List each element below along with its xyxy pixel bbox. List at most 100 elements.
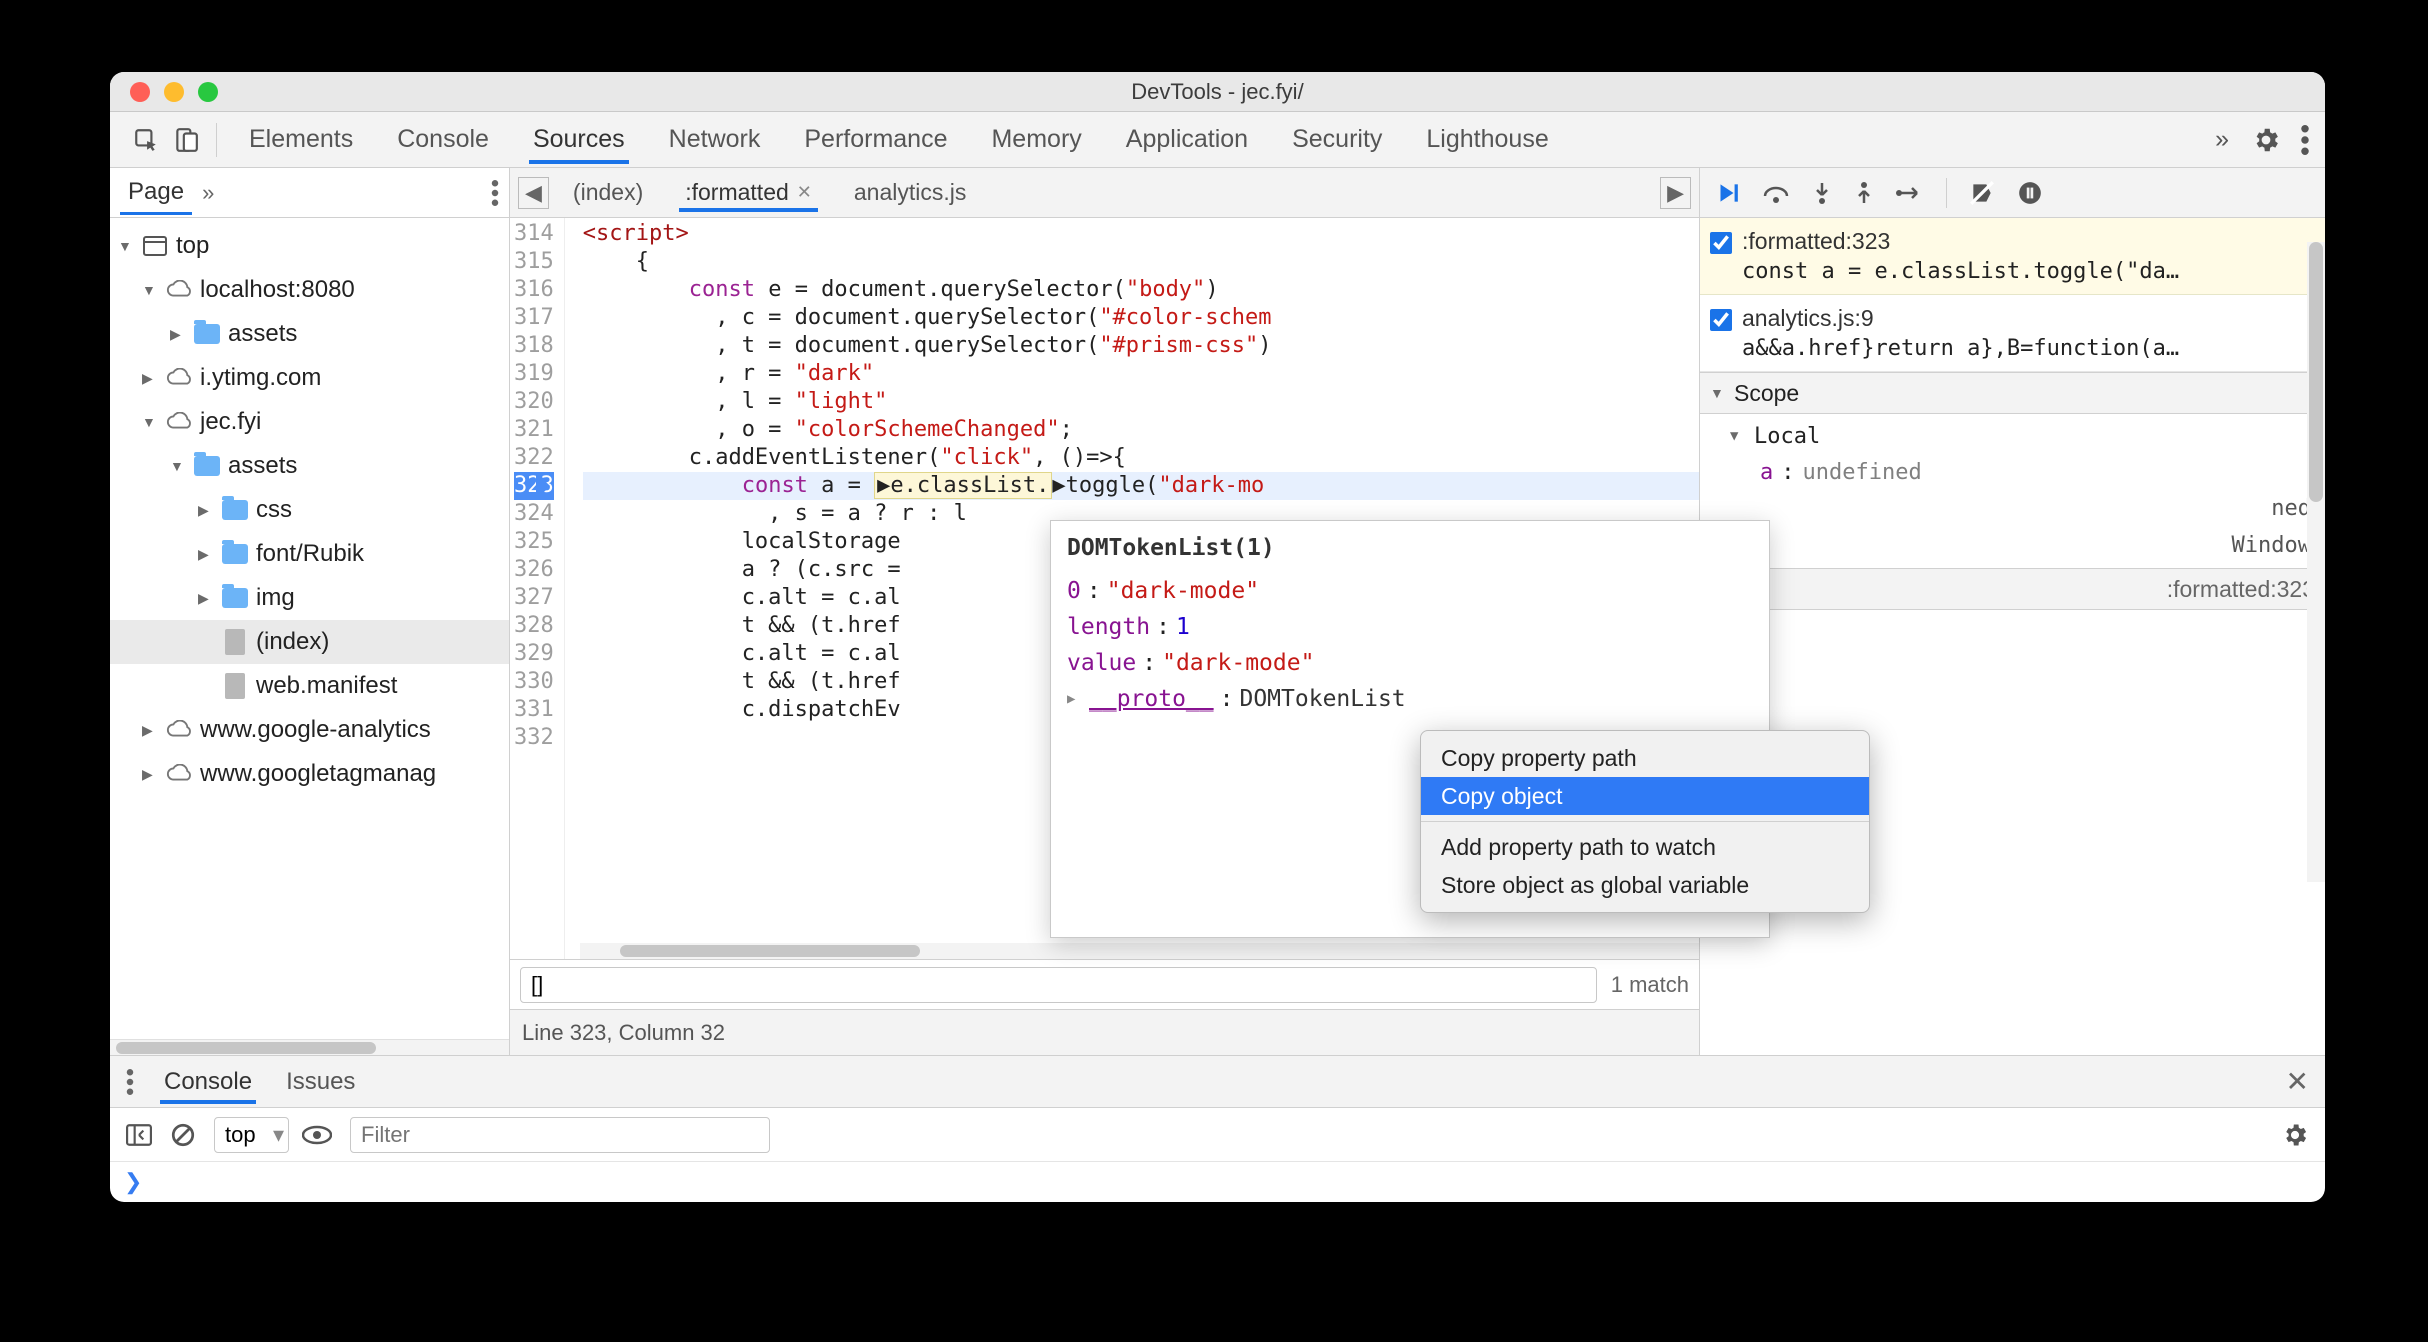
line-number[interactable]: 328 (514, 612, 554, 640)
menu-item[interactable]: Store object as global variable (1421, 866, 1869, 904)
navigator-tab-page[interactable]: Page (120, 170, 192, 215)
device-toolbar-icon[interactable] (166, 120, 206, 160)
popover-property[interactable]: value: "dark-mode" (1067, 645, 1753, 681)
line-number[interactable]: 325 (514, 528, 554, 556)
tree-item[interactable]: ▼assets (110, 444, 509, 488)
navigator-kebab-icon[interactable] (491, 180, 499, 206)
line-number[interactable]: 327 (514, 584, 554, 612)
menu-item[interactable]: Add property path to watch (1421, 828, 1869, 866)
breakpoint-checkbox[interactable] (1710, 309, 1732, 331)
tree-item[interactable]: ▶www.google-analytics (110, 708, 509, 752)
step-out-icon[interactable] (1854, 181, 1874, 205)
panel-tab-memory[interactable]: Memory (987, 115, 1085, 164)
minimize-window-button[interactable] (164, 82, 184, 102)
scope-variable[interactable]: a: undefined (1716, 454, 2325, 490)
panel-tab-security[interactable]: Security (1288, 115, 1386, 164)
console-prompt[interactable]: ❯ (110, 1162, 2325, 1202)
history-fwd-icon[interactable]: ▶ (1660, 177, 1691, 209)
code-line[interactable]: , o = "colorSchemeChanged"; (583, 416, 1699, 444)
file-tree[interactable]: ▼top▼localhost:8080▶assets▶i.ytimg.com▼j… (110, 218, 509, 1039)
line-number[interactable]: 319 (514, 360, 554, 388)
tree-item[interactable]: (index) (110, 620, 509, 664)
tree-item[interactable]: ▶assets (110, 312, 509, 356)
drawer-tab-issues[interactable]: Issues (282, 1060, 359, 1104)
scope-local-header[interactable]: ▼ Local (1716, 418, 2325, 454)
callstack-frame[interactable]: :formatted:323 (1700, 568, 2325, 610)
more-tabs-button[interactable]: » (2211, 115, 2233, 164)
breakpoint-checkbox[interactable] (1710, 232, 1732, 254)
tree-item[interactable]: ▶www.googletagmanag (110, 752, 509, 796)
panel-tab-network[interactable]: Network (665, 115, 765, 164)
pause-on-exceptions-icon[interactable] (2017, 180, 2043, 206)
code-line[interactable]: const e = document.querySelector("body") (583, 276, 1699, 304)
line-number[interactable]: 323 (514, 472, 554, 500)
console-settings-icon[interactable] (2281, 1121, 2309, 1149)
breakpoint-item[interactable]: :formatted:323 (1710, 224, 2315, 259)
search-input[interactable] (520, 967, 1597, 1003)
drawer-tab-console[interactable]: Console (160, 1060, 256, 1104)
popover-property[interactable]: length: 1 (1067, 609, 1753, 645)
panel-tab-performance[interactable]: Performance (800, 115, 951, 164)
popover-property[interactable]: 0: "dark-mode" (1067, 573, 1753, 609)
scope-section-header[interactable]: ▼ Scope (1700, 372, 2325, 414)
navigator-more-tabs[interactable]: » (202, 180, 214, 206)
line-number[interactable]: 331 (514, 696, 554, 724)
tree-item[interactable]: ▶i.ytimg.com (110, 356, 509, 400)
line-number[interactable]: 318 (514, 332, 554, 360)
line-number[interactable]: 330 (514, 668, 554, 696)
code-line[interactable]: , l = "light" (583, 388, 1699, 416)
code-line[interactable]: const a = ▶e.classList.▶toggle("dark-mo (583, 472, 1699, 500)
panel-tab-elements[interactable]: Elements (245, 115, 357, 164)
clear-console-icon[interactable] (170, 1122, 196, 1148)
step-into-icon[interactable] (1812, 181, 1832, 205)
menu-item[interactable]: Copy property path (1421, 739, 1869, 777)
resume-icon[interactable] (1714, 180, 1740, 206)
line-number[interactable]: 329 (514, 640, 554, 668)
step-icon[interactable] (1896, 183, 1924, 203)
code-line[interactable]: , t = document.querySelector("#prism-css… (583, 332, 1699, 360)
panel-tab-lighthouse[interactable]: Lighthouse (1422, 115, 1552, 164)
code-hscrollbar[interactable] (580, 943, 1699, 959)
line-number[interactable]: 332 (514, 724, 554, 752)
window-vscrollbar[interactable] (2307, 242, 2325, 882)
navigator-hscrollbar[interactable] (110, 1039, 509, 1055)
line-number[interactable]: 320 (514, 388, 554, 416)
code-line[interactable]: c.addEventListener("click", ()=>{ (583, 444, 1699, 472)
line-number[interactable]: 326 (514, 556, 554, 584)
inspect-element-icon[interactable] (126, 120, 166, 160)
kebab-menu-icon[interactable] (2301, 125, 2309, 155)
code-line[interactable]: , c = document.querySelector("#color-sch… (583, 304, 1699, 332)
drawer-kebab-icon[interactable] (126, 1069, 134, 1095)
line-number[interactable]: 321 (514, 416, 554, 444)
tree-item[interactable]: ▼localhost:8080 (110, 268, 509, 312)
line-number[interactable]: 324 (514, 500, 554, 528)
editor-tab[interactable]: analytics.js (848, 173, 972, 212)
step-over-icon[interactable] (1762, 182, 1790, 204)
code-line[interactable]: <script> (583, 220, 1699, 248)
execution-context-selector[interactable]: top (214, 1117, 289, 1153)
breakpoint-item[interactable]: analytics.js:9 (1710, 301, 2315, 336)
history-back-icon[interactable]: ◀ (518, 177, 549, 209)
editor-tab[interactable]: (index) (567, 173, 649, 212)
line-number[interactable]: 314 (514, 220, 554, 248)
panel-tab-application[interactable]: Application (1122, 115, 1252, 164)
tree-item[interactable]: ▶img (110, 576, 509, 620)
deactivate-breakpoints-icon[interactable] (1969, 180, 1995, 206)
tree-item[interactable]: ▼top (110, 224, 509, 268)
editor-tab[interactable]: :formatted✕ (679, 173, 818, 212)
tree-item[interactable]: ▶css (110, 488, 509, 532)
drawer-close-icon[interactable]: ✕ (2286, 1065, 2309, 1098)
live-expression-icon[interactable] (302, 1125, 332, 1145)
close-window-button[interactable] (130, 82, 150, 102)
console-filter-input[interactable] (350, 1117, 770, 1153)
zoom-window-button[interactable] (198, 82, 218, 102)
settings-icon[interactable] (2251, 125, 2281, 155)
line-number[interactable]: 322 (514, 444, 554, 472)
console-sidebar-toggle-icon[interactable] (126, 1124, 152, 1146)
panel-tab-sources[interactable]: Sources (529, 115, 629, 164)
code-line[interactable]: { (583, 248, 1699, 276)
panel-tab-console[interactable]: Console (393, 115, 493, 164)
menu-item[interactable]: Copy object (1421, 777, 1869, 815)
tree-item[interactable]: ▶font/Rubik (110, 532, 509, 576)
line-number[interactable]: 317 (514, 304, 554, 332)
